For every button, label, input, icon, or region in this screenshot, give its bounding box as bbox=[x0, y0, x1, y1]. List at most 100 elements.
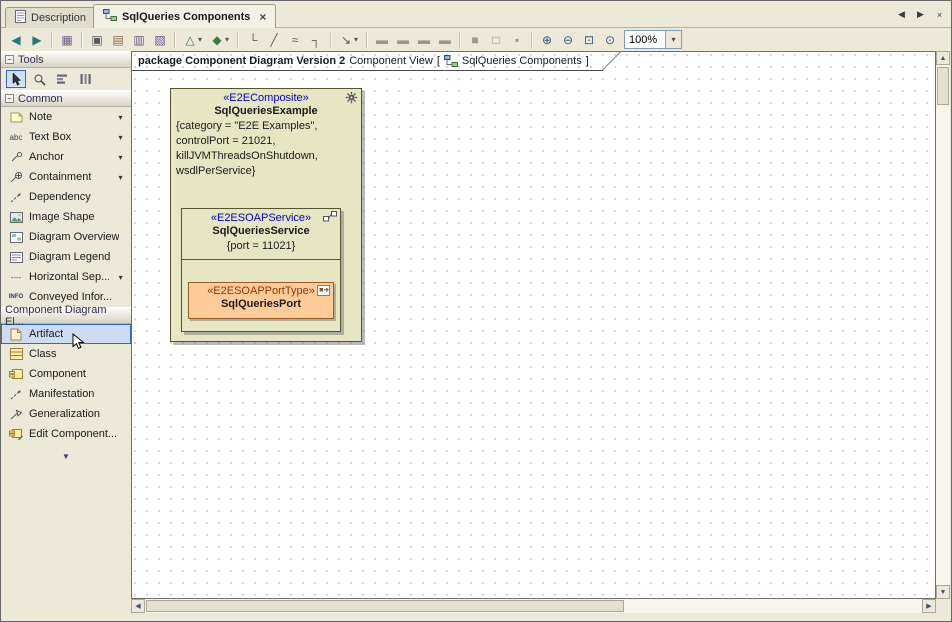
dropdown-arrow-icon[interactable]: ▾ bbox=[114, 153, 127, 162]
zoom-in-button[interactable]: ⊕ bbox=[537, 30, 557, 50]
arrow-style-button[interactable]: ↘ bbox=[336, 30, 356, 50]
paste-button[interactable]: ▤ bbox=[108, 30, 128, 50]
line-style-rectilinear-button[interactable]: └ bbox=[243, 30, 263, 50]
select-tool-button[interactable] bbox=[6, 70, 26, 88]
tab-scroll-right-button[interactable]: ▶ bbox=[914, 8, 927, 21]
tab-description[interactable]: Description bbox=[5, 7, 96, 28]
fit-in-window-button[interactable]: ⊡ bbox=[579, 30, 599, 50]
palette-item-class[interactable]: Class bbox=[1, 344, 131, 364]
port-sqlqueriesport[interactable]: «E2ESOAPPortType» SqlQueriesPort bbox=[188, 282, 334, 319]
align-shapes-tool-button[interactable] bbox=[52, 70, 72, 88]
forward-button[interactable]: ▶ bbox=[27, 30, 47, 50]
palette-item-horizontal-separator[interactable]: ---- Horizontal Sep... ▾ bbox=[1, 267, 131, 287]
magnifier-tool-button[interactable] bbox=[29, 70, 49, 88]
zoom-value: 100% bbox=[625, 34, 665, 46]
dropdown-arrow-icon[interactable]: ▾ bbox=[114, 273, 127, 282]
palette-item-manifestation[interactable]: Manifestation bbox=[1, 384, 131, 404]
draw-shape-button[interactable]: △ bbox=[180, 30, 200, 50]
line-style-oblique-button[interactable]: ╱ bbox=[264, 30, 284, 50]
tagged-values: {port = 11021} bbox=[182, 239, 340, 254]
frame-bracket-open: [ bbox=[437, 55, 440, 67]
zoom-out-button[interactable]: ⊖ bbox=[558, 30, 578, 50]
vertical-scrollbar[interactable]: ▲ ▼ bbox=[936, 51, 950, 599]
zoom-1-1-button[interactable]: ⊙ bbox=[600, 30, 620, 50]
dropdown-arrow-icon[interactable]: ▾ bbox=[225, 35, 233, 44]
palette-item-containment[interactable]: Containment ▾ bbox=[1, 167, 131, 187]
toolbar-separator bbox=[51, 32, 53, 48]
format-copy-button[interactable]: ▥ bbox=[129, 30, 149, 50]
same-width-button[interactable]: ■ bbox=[465, 30, 485, 50]
palette-item-image-shape[interactable]: Image Shape bbox=[1, 207, 131, 227]
palette-item-anchor[interactable]: Anchor ▾ bbox=[1, 147, 131, 167]
collapse-icon[interactable]: − bbox=[5, 94, 14, 103]
palette-item-note[interactable]: Note ▾ bbox=[1, 107, 131, 127]
scroll-up-button[interactable]: ▲ bbox=[936, 51, 950, 65]
tab-close-icon[interactable]: × bbox=[259, 10, 266, 24]
copy-button[interactable]: ▣ bbox=[87, 30, 107, 50]
scrollbar-corner bbox=[936, 599, 950, 613]
component-diagram-tab-icon bbox=[103, 9, 117, 24]
line-style-bezier-button[interactable]: ≈ bbox=[285, 30, 305, 50]
zoom-combobox[interactable]: 100% ▾ bbox=[624, 30, 682, 49]
toolbar-separator bbox=[366, 32, 368, 48]
align-right-button[interactable]: ▬ bbox=[414, 30, 434, 50]
vertical-scroll-thumb[interactable] bbox=[937, 67, 949, 105]
horizontal-separator-icon: ---- bbox=[8, 273, 24, 282]
palette-item-diagram-overview[interactable]: Diagram Overview bbox=[1, 227, 131, 247]
palette-item-text-box[interactable]: abc Text Box ▾ bbox=[1, 127, 131, 147]
align-left-button[interactable]: ▬ bbox=[372, 30, 392, 50]
frame-bracket-close: ] bbox=[586, 55, 589, 67]
scroll-left-button[interactable]: ◀ bbox=[131, 599, 145, 613]
frame-diagram-name: SqlQueries Components bbox=[462, 55, 582, 67]
palette-item-label: Conveyed Infor... bbox=[29, 291, 112, 303]
same-size-button[interactable]: ▪ bbox=[507, 30, 527, 50]
horizontal-scrollbar[interactable]: ◀ ▶ bbox=[131, 599, 936, 613]
dropdown-arrow-icon[interactable]: ▾ bbox=[114, 133, 127, 142]
component-sqlqueriesexample[interactable]: «E2EComposite» SqlQueriesExample {catego… bbox=[170, 88, 362, 342]
pointer-icon bbox=[10, 72, 22, 86]
tab-scroll-left-button[interactable]: ◀ bbox=[895, 8, 908, 21]
palette-item-label: Diagram Overview bbox=[29, 231, 119, 243]
diagram-canvas[interactable]: package Component Diagram Version 2 Comp… bbox=[131, 51, 936, 599]
scroll-down-button[interactable]: ▼ bbox=[936, 585, 950, 599]
distribute-shapes-tool-button[interactable] bbox=[75, 70, 95, 88]
draw-path-button[interactable]: ◆ bbox=[207, 30, 227, 50]
dropdown-arrow-icon[interactable]: ▾ bbox=[114, 113, 127, 122]
palette-item-label: Edit Component... bbox=[29, 428, 117, 440]
distribute-button[interactable]: ▬ bbox=[435, 30, 455, 50]
palette-item-dependency[interactable]: Dependency bbox=[1, 187, 131, 207]
palette-item-component[interactable]: Component bbox=[1, 364, 131, 384]
diagram-frame-header[interactable]: package Component Diagram Version 2 Comp… bbox=[132, 52, 603, 71]
dropdown-arrow-icon[interactable]: ▾ bbox=[198, 35, 206, 44]
select-in-containment-tree-button[interactable]: ▦ bbox=[57, 30, 77, 50]
tab-label: Description bbox=[31, 12, 86, 24]
palette-item-generalization[interactable]: Generalization bbox=[1, 404, 131, 424]
zoom-dropdown-icon[interactable]: ▾ bbox=[665, 31, 681, 48]
scroll-right-button[interactable]: ▶ bbox=[922, 599, 936, 613]
tab-sqlqueries-components[interactable]: SqlQueries Components × bbox=[93, 4, 276, 28]
dropdown-arrow-icon[interactable]: ▾ bbox=[354, 35, 362, 44]
align-center-button[interactable]: ▬ bbox=[393, 30, 413, 50]
collapse-icon[interactable]: − bbox=[5, 55, 14, 64]
palette-more-button[interactable]: ▼ bbox=[1, 449, 131, 464]
component-sqlqueriesservice[interactable]: «E2ESOAPService» SqlQueriesService {port… bbox=[181, 208, 341, 332]
component-icon bbox=[8, 368, 24, 380]
line-style-corner-button[interactable]: ┐ bbox=[306, 30, 326, 50]
palette-section-tools[interactable]: − Tools bbox=[1, 51, 131, 68]
section-title: Component Diagram El... bbox=[5, 304, 127, 328]
back-button[interactable]: ◀ bbox=[6, 30, 26, 50]
palette-item-label: Generalization bbox=[29, 408, 100, 420]
tab-list-close-button[interactable]: × bbox=[933, 8, 946, 21]
palette-section-common[interactable]: − Common bbox=[1, 90, 131, 107]
horizontal-scroll-thumb[interactable] bbox=[146, 600, 624, 612]
same-height-button[interactable]: □ bbox=[486, 30, 506, 50]
dropdown-arrow-icon[interactable]: ▾ bbox=[114, 173, 127, 182]
palette-item-label: Diagram Legend bbox=[29, 251, 110, 263]
palette-item-label: Horizontal Sep... bbox=[29, 271, 109, 283]
palette-item-label: Manifestation bbox=[29, 388, 94, 400]
palette-item-edit-component[interactable]: Edit Component... bbox=[1, 424, 131, 444]
palette-section-component-diagram-elements[interactable]: Component Diagram El... bbox=[1, 307, 131, 324]
component-diagram-icon bbox=[444, 55, 458, 67]
palette-item-diagram-legend[interactable]: Diagram Legend bbox=[1, 247, 131, 267]
format-paste-button[interactable]: ▧ bbox=[150, 30, 170, 50]
